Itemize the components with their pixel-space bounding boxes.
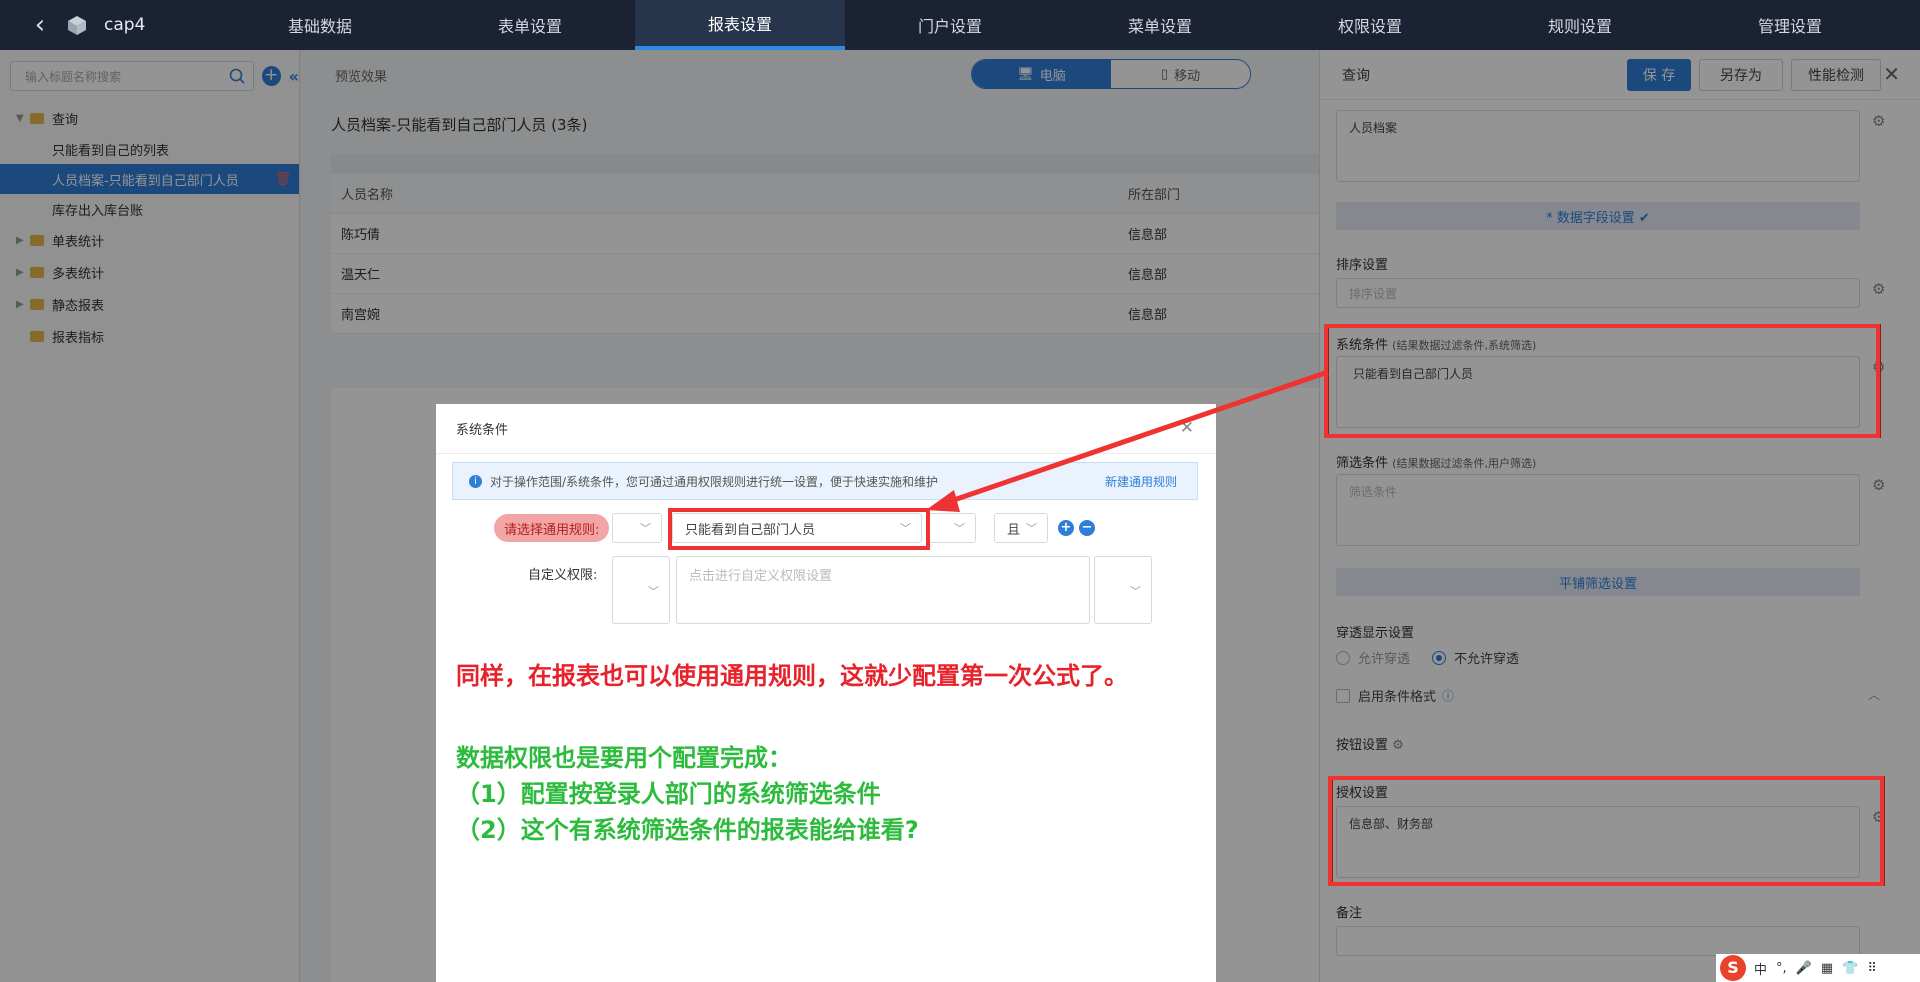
logic-and-value: 且: [1007, 522, 1021, 538]
chevron-down-icon: ﹀: [648, 585, 659, 598]
nav-basic-data[interactable]: 基础数据: [215, 0, 425, 50]
sogou-logo-icon[interactable]: S: [1720, 955, 1746, 981]
add-condition-icon[interactable]: +: [1058, 520, 1074, 536]
nav-portal-settings[interactable]: 门户设置: [845, 0, 1055, 50]
performance-check-button[interactable]: 性能检测: [1791, 59, 1881, 91]
remark-label: 备注: [1336, 906, 1363, 921]
dialog-title: 系统条件: [456, 423, 509, 438]
gear-icon[interactable]: ⚙: [1872, 112, 1885, 130]
annotation-red-note: 同样，在报表也可以使用通用规则，这就少配置第一次公式了。: [456, 662, 1128, 690]
data-field-settings-label: * 数据字段设置 ✔: [1546, 210, 1650, 226]
flat-filter-settings-button[interactable]: 平铺筛选设置: [1336, 568, 1860, 596]
panel-header: 查询 保 存 另存为 性能检测 ✕: [1320, 50, 1920, 100]
drill-display-label: 穿透显示设置: [1336, 626, 1415, 641]
ime-mic-icon[interactable]: 🎤: [1796, 961, 1812, 976]
filter-condition-title: 筛选条件: [1336, 456, 1389, 471]
back-arrow-icon[interactable]: ‹: [20, 0, 60, 50]
save-as-button[interactable]: 另存为: [1699, 59, 1783, 91]
nav-permission-settings[interactable]: 权限设置: [1265, 0, 1475, 50]
nav-report-settings[interactable]: 报表设置: [635, 0, 845, 50]
top-nav-bar: ‹ cap4 基础数据 表单设置 报表设置 门户设置 菜单设置 权限设置 规则设…: [0, 0, 1920, 50]
close-icon[interactable]: ✕: [1883, 62, 1900, 86]
gear-icon[interactable]: ⚙: [1872, 280, 1885, 298]
save-button[interactable]: 保 存: [1627, 59, 1691, 91]
radio-deny-drill[interactable]: [1432, 650, 1447, 665]
ime-menu-icon[interactable]: ⠿: [1867, 961, 1877, 976]
button-settings-label: 按钮设置: [1336, 738, 1389, 753]
report-name-field[interactable]: 人员档案: [1336, 110, 1860, 182]
ime-keyboard-icon[interactable]: ▦: [1821, 961, 1833, 976]
rule-prefix-select[interactable]: ﹀: [612, 513, 662, 543]
ime-skin-icon[interactable]: 👕: [1842, 961, 1858, 976]
data-field-settings-button[interactable]: * 数据字段设置 ✔: [1336, 202, 1860, 230]
annotation-green-note-3: （2）这个有系统筛选条件的报表能给谁看?: [456, 816, 919, 844]
annotation-green-note-2: （1）配置按登录人部门的系统筛选条件: [456, 780, 881, 808]
dialog-close-icon[interactable]: ✕: [1180, 418, 1194, 438]
annotation-red-box-system-condition: [1324, 324, 1880, 438]
rule-suffix-select[interactable]: ﹀: [926, 513, 976, 543]
new-common-rule-link[interactable]: 新建通用规则: [1105, 473, 1177, 490]
info-text: 对于操作范围/系统条件，您可通过通用权限规则进行统一设置，便于快速实施和维护: [490, 474, 939, 489]
pick-common-rule-label: 请选择通用规则:: [494, 514, 610, 542]
condition-format-label: 启用条件格式: [1358, 690, 1437, 705]
custom-prefix-select[interactable]: ﹀: [612, 556, 670, 624]
gear-icon[interactable]: ⚙: [1872, 476, 1885, 494]
sort-field[interactable]: 排序设置: [1336, 278, 1860, 308]
ime-punctuation-icon[interactable]: °,: [1776, 961, 1787, 976]
custom-permission-field[interactable]: 点击进行自定义权限设置: [676, 556, 1090, 624]
filter-condition-hint: (结果数据过滤条件,用户筛选): [1392, 457, 1537, 470]
condition-format-row: 启用条件格式 ⓘ: [1336, 686, 1454, 705]
chevron-down-icon: ﹀: [954, 522, 965, 535]
nav-menu-settings[interactable]: 菜单设置: [1055, 0, 1265, 50]
help-icon[interactable]: ⓘ: [1442, 687, 1454, 704]
app-cube-icon: [68, 16, 86, 35]
sort-label: 排序设置: [1336, 258, 1389, 273]
dialog-header: 系统条件 ✕: [436, 404, 1216, 454]
filter-condition-label: 筛选条件 (结果数据过滤条件,用户筛选): [1336, 452, 1536, 471]
radio-deny-drill-label: 不允许穿透: [1454, 652, 1520, 667]
chevron-down-icon: ﹀: [1026, 522, 1037, 535]
chevron-down-icon: ﹀: [640, 522, 651, 535]
info-icon: i: [469, 474, 482, 488]
ime-toolbar: S 中 °, 🎤 ▦ 👕 ⠿: [1716, 954, 1920, 982]
info-bar: i 对于操作范围/系统条件，您可通过通用权限规则进行统一设置，便于快速实施和维护…: [452, 462, 1198, 500]
system-condition-dialog: 系统条件 ✕ i 对于操作范围/系统条件，您可通过通用权限规则进行统一设置，便于…: [436, 404, 1216, 982]
condition-format-checkbox[interactable]: [1336, 688, 1350, 703]
remark-field[interactable]: [1336, 926, 1860, 956]
gear-icon[interactable]: ⚙: [1392, 738, 1404, 753]
custom-suffix-select[interactable]: ﹀: [1094, 556, 1152, 624]
remove-condition-icon[interactable]: −: [1079, 520, 1095, 536]
nav-admin-settings[interactable]: 管理设置: [1685, 0, 1895, 50]
panel-title: 查询: [1342, 67, 1370, 84]
drill-radio-group: 允许穿透 不允许穿透: [1336, 648, 1519, 667]
chevron-up-icon[interactable]: ︿: [1868, 686, 1880, 703]
logic-and-select[interactable]: 且 ﹀: [994, 513, 1048, 543]
radio-allow-drill-label: 允许穿透: [1358, 652, 1411, 667]
filter-condition-field[interactable]: 筛选条件: [1336, 474, 1860, 546]
ime-chinese-mode[interactable]: 中: [1754, 959, 1767, 978]
nav-form-settings[interactable]: 表单设置: [425, 0, 635, 50]
annotation-green-note-1: 数据权限也是要用个配置完成：: [456, 744, 792, 772]
chevron-down-icon: ﹀: [1130, 585, 1141, 598]
nav-rule-settings[interactable]: 规则设置: [1475, 0, 1685, 50]
annotation-red-box-rule: [668, 508, 930, 550]
main-nav: 基础数据 表单设置 报表设置 门户设置 菜单设置 权限设置 规则设置 管理设置: [215, 0, 1895, 50]
custom-permission-label: 自定义权限:: [528, 568, 598, 583]
button-settings-row: 按钮设置 ⚙: [1336, 734, 1404, 753]
annotation-red-box-auth: [1328, 776, 1884, 886]
radio-allow-drill[interactable]: [1336, 650, 1350, 665]
